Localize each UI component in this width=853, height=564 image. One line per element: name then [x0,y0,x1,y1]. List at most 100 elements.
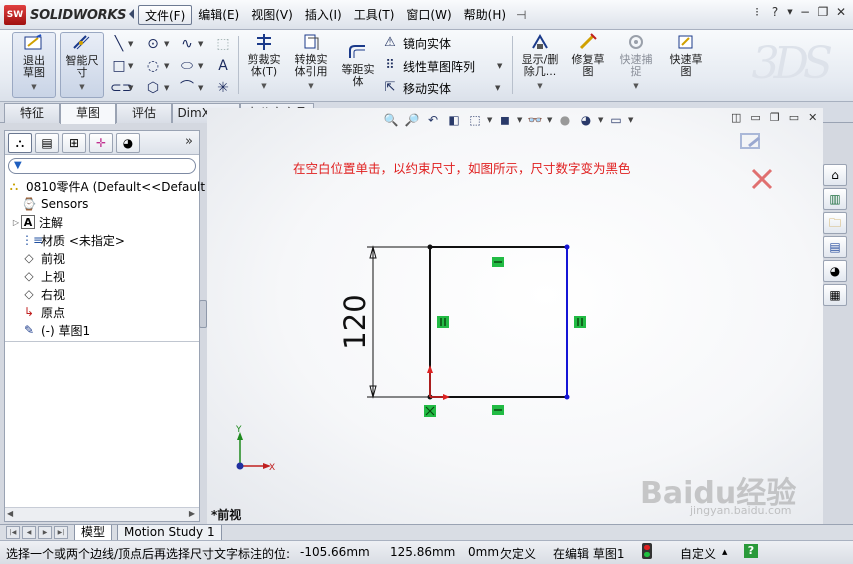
solidworks-logo[interactable]: SW SOLIDWORKS [4,5,126,25]
tab-motion-study-1[interactable]: Motion Study 1 [117,525,222,541]
custom-properties-icon[interactable]: ▦ [823,284,847,306]
line-icon[interactable]: ╲ [110,36,128,52]
sketch-point[interactable] [564,394,570,400]
menu-file[interactable]: 文件(F) [138,5,193,25]
tree-horizontal-scrollbar[interactable]: ◀ ▶ [5,507,199,521]
slot-icon[interactable]: ⊂⊃ [110,80,133,96]
tree-item-part[interactable]: ⛬ 0810零件A (Default<<Default [6,177,205,195]
units-dropdown[interactable]: 自定义 [680,545,716,562]
restore-button[interactable]: ❐ [817,5,829,19]
tab-features[interactable]: 特征 [4,103,60,123]
configuration-manager-tab-icon[interactable]: ⊞ [62,133,86,153]
arc-dropdown-icon[interactable]: ▼ [164,58,170,74]
dimxpert-manager-tab-icon[interactable]: ✛ [89,133,113,153]
arc-icon[interactable]: ◌ [144,58,162,74]
tab-model[interactable]: 模型 [74,525,113,541]
rectangle-icon[interactable]: □ [110,58,128,74]
more-tabs-icon[interactable]: » [185,134,193,149]
property-manager-tab-icon[interactable]: ▤ [35,133,59,153]
tree-item-origin[interactable]: ↳ 原点 [11,303,65,321]
dropdown-icon[interactable]: ▼ [633,80,638,92]
tree-item-front-plane[interactable]: ◇ 前视 [11,249,65,267]
circle-icon[interactable]: ⊙ [144,36,162,52]
vertical-relation-icon[interactable] [437,316,449,328]
help-button[interactable]: ? [769,5,781,19]
ellipse-icon[interactable]: ⬭ [178,58,196,74]
menu-expand-arrow-icon[interactable] [129,9,134,19]
convert-entities-button[interactable]: 转换实体引用 ▼ [288,32,334,98]
slot-dropdown-icon[interactable]: ▼ [128,80,134,96]
units-dropdown-icon[interactable]: ▲ [722,548,727,556]
vertical-relation-icon[interactable] [574,316,586,328]
line-dropdown-icon[interactable]: ▼ [128,36,134,52]
menu-window[interactable]: 窗口(W) [400,5,457,25]
minimize-button[interactable]: − [799,5,811,19]
linear-pattern-button[interactable]: ⠿ 线性草图阵列 ▼ [381,56,502,76]
scroll-left-icon[interactable]: ◀ [7,509,13,518]
move-entities-button[interactable]: ⇱ 移动实体 ▼ [381,78,501,98]
spline-dropdown-icon[interactable]: ▼ [198,36,204,52]
trim-entities-button[interactable]: 剪裁实体(T) ▼ [242,32,286,98]
sketch-point[interactable] [427,244,433,250]
dropdown-icon[interactable]: ▼ [31,81,36,93]
menu-help[interactable]: 帮助(H) [458,5,512,25]
tree-item-material[interactable]: ⋮≡ 材质 <未指定> [11,231,125,249]
circle-dropdown-icon[interactable]: ▼ [164,36,170,52]
appearances-scenes-icon[interactable]: ◕ [823,260,847,282]
repair-sketch-button[interactable]: 修复草图 [567,32,609,98]
horizontal-relation-icon[interactable] [492,405,504,415]
tree-item-sketch1[interactable]: ✎ (-) 草图1 [11,321,90,339]
rapid-sketch-button[interactable]: 快速草图 [664,32,708,98]
menu-view[interactable]: 视图(V) [245,5,299,25]
polygon-icon[interactable]: ⬡ [144,80,162,96]
move-dropdown-icon[interactable]: ▼ [495,84,500,92]
solidworks-resources-icon[interactable]: ⌂ [823,164,847,186]
point-icon[interactable]: ✳ [214,80,232,96]
spline-icon[interactable]: ∿ [178,36,196,52]
offset-entities-button[interactable]: 等距实体 [337,32,379,98]
smart-dimension-button[interactable]: 智能尺寸 ▼ [60,32,104,98]
quick-snaps-button[interactable]: 快速捕捉 ▼ [614,32,658,98]
options-dots-icon[interactable]: ⁝ [751,5,763,19]
dropdown-icon[interactable]: ▼ [261,80,266,92]
first-tab-icon[interactable]: |◀ [6,526,20,539]
tree-filter-input[interactable]: ▼ [8,158,196,174]
display-manager-tab-icon[interactable]: ◕ [116,133,140,153]
tab-evaluate[interactable]: 评估 [116,103,172,123]
feature-tree-tab-icon[interactable]: ⛬ [8,133,32,153]
text-icon[interactable]: A [214,58,232,74]
tab-sketch[interactable]: 草图 [60,103,116,124]
display-delete-relations-button[interactable]: 显示/删除几... ▼ [517,32,563,98]
coincident-relation-icon[interactable] [424,405,436,417]
rectangle-dropdown-icon[interactable]: ▼ [128,58,134,74]
dropdown-icon[interactable]: ▼ [308,80,313,92]
plane-icon[interactable]: ⬚ [214,36,232,52]
polygon-dropdown-icon[interactable]: ▼ [164,80,170,96]
pin-icon[interactable]: ⊣ [516,8,526,22]
rebuild-indicator-icon[interactable] [642,543,652,559]
menu-edit[interactable]: 编辑(E) [192,5,245,25]
expand-icon[interactable]: ▷ [11,218,21,227]
ellipse-dropdown-icon[interactable]: ▼ [198,58,204,74]
tree-item-annotations[interactable]: ▷ A 注解 [11,213,63,231]
help-status-icon[interactable]: ? [744,544,758,558]
help-dropdown-icon[interactable]: ▼ [787,8,793,16]
panel-splitter-handle[interactable] [199,300,207,328]
fillet-icon[interactable]: ⌒ [178,80,196,96]
tree-item-sensors[interactable]: ⌚ Sensors [11,195,89,213]
last-tab-icon[interactable]: ▶| [54,526,68,539]
scroll-right-icon[interactable]: ▶ [189,509,195,518]
menu-insert[interactable]: 插入(I) [299,5,348,25]
linear-pattern-dropdown-icon[interactable]: ▼ [497,62,502,70]
design-library-icon[interactable]: ▥ [823,188,847,210]
dropdown-icon[interactable]: ▼ [537,80,542,92]
file-explorer-icon[interactable]: 🗀 [823,212,847,234]
dimension-value[interactable]: 120 [338,294,372,349]
tree-item-right-plane[interactable]: ◇ 右视 [11,285,65,303]
fillet-dropdown-icon[interactable]: ▼ [198,80,204,96]
sketch-point[interactable] [564,244,570,250]
close-button[interactable]: ✕ [835,5,847,19]
horizontal-relation-icon[interactable] [492,257,504,267]
next-tab-icon[interactable]: ▶ [38,526,52,539]
prev-tab-icon[interactable]: ◀ [22,526,36,539]
